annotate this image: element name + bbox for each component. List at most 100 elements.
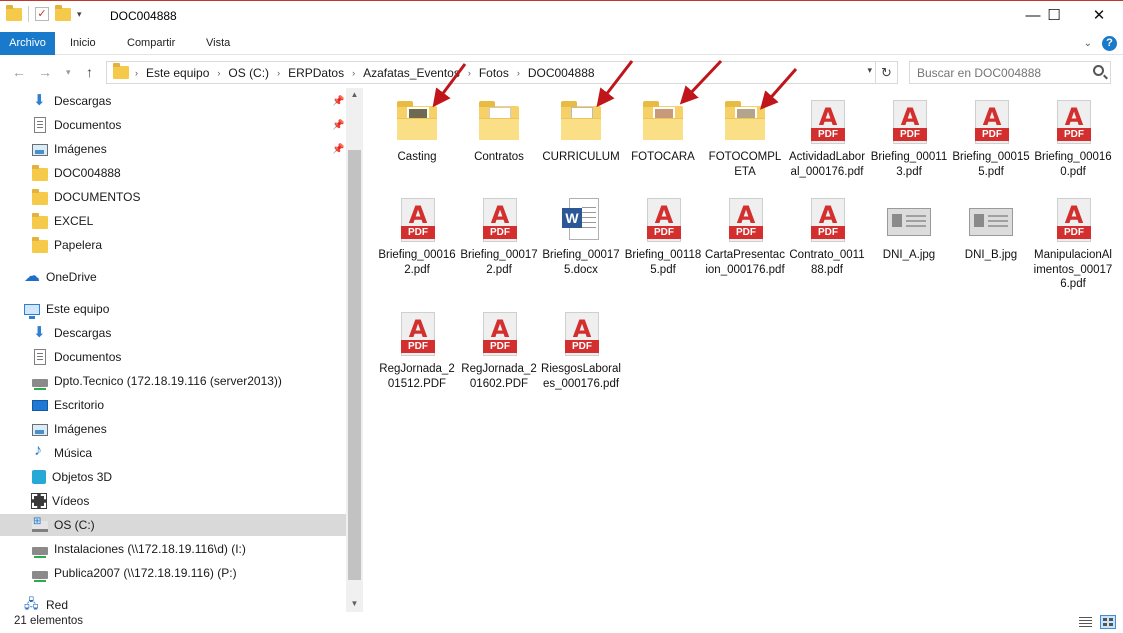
sidebar-item[interactable]: Este equipo <box>24 298 109 320</box>
breadcrumb-item[interactable]: OS (C:) <box>228 66 269 80</box>
file-item[interactable]: A PDF Contrato_001188.pdf <box>787 196 867 277</box>
properties-icon[interactable]: ✓ <box>35 7 49 21</box>
scroll-up-icon[interactable]: ▲ <box>346 90 363 99</box>
id-card-thumbnail <box>969 208 1013 236</box>
sidebar-item[interactable]: OS (C:) <box>0 514 346 536</box>
tab-compartir[interactable]: Compartir <box>119 32 183 55</box>
file-name: Briefing_000162.pdf <box>378 249 456 276</box>
chevron-right-icon[interactable]: › <box>517 68 520 78</box>
search-input[interactable] <box>910 62 1080 83</box>
refresh-icon[interactable]: ↻ <box>876 61 898 84</box>
folder-front <box>643 118 683 140</box>
help-icon[interactable]: ? <box>1102 36 1117 51</box>
sidebar-item[interactable]: Documentos <box>32 346 121 368</box>
sidebar-item[interactable]: EXCEL <box>32 210 93 232</box>
scrollbar-thumb[interactable] <box>348 150 361 580</box>
forward-arrow-icon[interactable]: → <box>38 64 52 80</box>
file-item[interactable]: Casting <box>377 98 457 165</box>
breadcrumb-item[interactable]: Este equipo <box>146 66 209 80</box>
file-item[interactable]: FOTOCARA <box>623 98 703 165</box>
folder-front <box>479 118 519 140</box>
file-item[interactable]: A PDF Briefing_000160.pdf <box>1033 98 1113 179</box>
breadcrumb-item[interactable]: Fotos <box>479 66 509 80</box>
pdf-tag: PDF <box>1057 226 1091 239</box>
folder-icon <box>397 101 437 140</box>
sidebar-item[interactable]: Objetos 3D <box>32 466 112 488</box>
file-item[interactable]: A PDF ActividadLaboral_000176.pdf <box>787 98 867 179</box>
breadcrumb-item[interactable]: ERPDatos <box>288 66 344 80</box>
details-view-icon[interactable] <box>1078 615 1094 629</box>
tab-inicio[interactable]: Inicio <box>62 32 104 55</box>
file-item[interactable]: A PDF CartaPresentacion_000176.pdf <box>705 196 785 277</box>
file-item[interactable]: A PDF Briefing_000162.pdf <box>377 196 457 277</box>
sidebar-item[interactable]: DOCUMENTOS <box>32 186 140 208</box>
documents-icon <box>34 117 46 133</box>
sidebar-item-label: OS (C:) <box>54 518 95 532</box>
image-thumbnail-icon <box>967 196 1015 244</box>
file-item[interactable]: A PDF Briefing_000155.pdf <box>951 98 1031 179</box>
address-dropdown-icon[interactable]: ▾ <box>867 65 872 76</box>
customize-toolbar-icon[interactable]: ▾ <box>77 9 82 20</box>
sidebar-item[interactable]: Música <box>32 442 92 464</box>
acrobat-logo: A <box>572 315 592 343</box>
chevron-right-icon[interactable]: › <box>352 68 355 78</box>
sidebar-item[interactable]: Descargas <box>32 322 111 344</box>
file-item[interactable]: A PDF Briefing_001185.pdf <box>623 196 703 277</box>
file-item[interactable]: CURRICULUM <box>541 98 621 165</box>
folder-front <box>725 118 765 140</box>
back-arrow-icon[interactable]: ← <box>12 64 26 80</box>
search-icon[interactable] <box>1093 65 1104 76</box>
sidebar-item[interactable]: Instalaciones (\\172.18.19.116\d) (I:) <box>32 538 246 560</box>
expand-ribbon-icon[interactable]: ⌄ <box>1084 38 1092 49</box>
sidebar-item[interactable]: OneDrive <box>24 266 97 288</box>
up-arrow-icon[interactable]: ↑ <box>86 64 93 80</box>
word-logo: W <box>562 208 582 228</box>
breadcrumb-item[interactable]: DOC004888 <box>528 66 595 80</box>
search-box[interactable] <box>909 61 1111 84</box>
file-item[interactable]: A PDF RegJornada_201602.PDF <box>459 310 539 391</box>
tab-archivo[interactable]: Archivo <box>0 32 55 55</box>
pin-icon[interactable]: 📌 <box>332 144 344 155</box>
file-name: ActividadLaboral_000176.pdf <box>788 151 866 178</box>
scroll-down-icon[interactable]: ▼ <box>346 599 363 608</box>
file-item[interactable]: A PDF ManipulacionAlimentos_000176.pdf <box>1033 196 1113 292</box>
pin-icon[interactable]: 📌 <box>332 96 344 107</box>
breadcrumb-item[interactable]: Azafatas_Eventos <box>363 66 460 80</box>
sidebar-item[interactable]: Descargas <box>32 90 111 112</box>
large-icons-view-icon[interactable] <box>1100 615 1116 629</box>
chevron-right-icon[interactable]: › <box>277 68 280 78</box>
tab-vista[interactable]: Vista <box>198 32 238 55</box>
file-item[interactable]: FOTOCOMPLETA <box>705 98 785 179</box>
new-folder-icon[interactable] <box>55 4 71 21</box>
sidebar-item[interactable]: Imágenes <box>32 418 107 440</box>
sidebar-item-label: Publica2007 (\\172.18.19.116) (P:) <box>54 566 237 580</box>
pin-icon[interactable]: 📌 <box>332 120 344 131</box>
sidebar-item[interactable]: Imágenes <box>32 138 107 160</box>
nav-scrollbar[interactable]: ▲ ▼ <box>346 88 363 612</box>
file-item[interactable]: Contratos <box>459 98 539 165</box>
chevron-right-icon[interactable]: › <box>217 68 220 78</box>
sidebar-item[interactable]: Papelera <box>32 234 102 256</box>
sidebar-item[interactable]: Publica2007 (\\172.18.19.116) (P:) <box>32 562 237 584</box>
recent-locations-icon[interactable]: ▾ <box>66 67 71 78</box>
file-item[interactable]: DNI_B.jpg <box>951 196 1031 263</box>
file-item[interactable]: W Briefing_000175.docx <box>541 196 621 277</box>
sidebar-item[interactable]: Vídeos <box>31 490 89 512</box>
sidebar-item[interactable]: DOC004888 <box>32 162 121 184</box>
chevron-right-icon[interactable]: › <box>468 68 471 78</box>
file-item[interactable]: A PDF RiesgosLaborales_000176.pdf <box>541 310 621 391</box>
network-icon <box>24 595 40 617</box>
sidebar-item[interactable]: Dpto.Tecnico (172.18.19.116 (server2013)… <box>32 370 282 392</box>
sidebar-item[interactable]: Documentos <box>32 114 121 136</box>
file-item[interactable]: A PDF Briefing_000172.pdf <box>459 196 539 277</box>
address-bar[interactable]: › Este equipo › OS (C:) › ERPDatos › Aza… <box>106 61 876 84</box>
file-item[interactable]: A PDF RegJornada_201512.PDF <box>377 310 457 391</box>
close-button[interactable]: ✕ <box>1076 1 1122 31</box>
maximize-button[interactable]: ☐ <box>1031 1 1077 31</box>
file-name: Casting <box>397 151 437 163</box>
file-item[interactable]: DNI_A.jpg <box>869 196 949 263</box>
sidebar-item[interactable]: Escritorio <box>32 394 104 416</box>
pdf-icon: A PDF <box>557 310 605 358</box>
file-item[interactable]: A PDF Briefing_000113.pdf <box>869 98 949 179</box>
file-name: CURRICULUM <box>542 151 620 163</box>
